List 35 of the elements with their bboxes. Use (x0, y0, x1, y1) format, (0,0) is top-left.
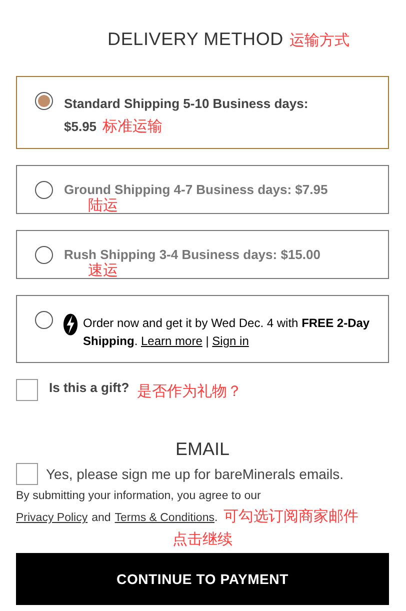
continue-button[interactable]: CONTINUE TO PAYMENT (16, 553, 389, 605)
radio-button[interactable] (35, 181, 53, 199)
terms-link[interactable]: Terms & Conditions (114, 512, 214, 524)
annotation: 点击继续 (172, 530, 234, 549)
shipping-option[interactable]: Rush Shipping 3-4 Business days: $15.00 速运 (16, 230, 389, 279)
link[interactable]: Learn more (141, 334, 202, 348)
checkbox-label: Is this a gift? (49, 380, 130, 394)
shipping-option[interactable]: Ground Shipping 4-7 Business days: $7.95 陆运 (16, 165, 389, 214)
annotation: 速运 (88, 263, 119, 279)
lightning-icon (63, 313, 78, 336)
option-label: Standard Shipping 5-10 Business days: (64, 96, 308, 111)
annotation: 陆运 (88, 198, 119, 214)
annotation: 运输方式 (289, 31, 350, 50)
option-price: $5.95 (64, 119, 97, 134)
checkbox[interactable] (16, 463, 38, 485)
section-title: DELIVERY METHOD (108, 29, 284, 50)
privacy-link[interactable]: Privacy Policy (16, 512, 88, 524)
shipping-option[interactable]: Standard Shipping 5-10 Business days: $5.95 标准运输 (16, 76, 389, 149)
link[interactable]: Sign in (212, 334, 249, 348)
promo-text: Order now and get it by Wed Dec. 4 with FREE 2-Day Shipping. Learn more | Sign in (83, 315, 371, 350)
section-title: EMAIL (174, 439, 231, 460)
annotation: 可勾选订阅商家邮件 (224, 507, 359, 526)
checkbox[interactable] (16, 379, 38, 401)
annotation: 是否作为礼物？ (137, 382, 242, 400)
radio-button[interactable] (35, 92, 53, 110)
checkbox-label: Yes, please sign me up for bareMinerals emails. (46, 466, 344, 482)
annotation: 标准运输 (102, 118, 163, 135)
radio-button[interactable] (35, 246, 53, 264)
option-label: Rush Shipping 3-4 Business days: $15.00 (64, 247, 320, 262)
disclaimer-text: . (214, 512, 218, 524)
disclaimer-text: and (92, 512, 111, 524)
disclaimer-text: By submitting your information, you agree to our (16, 489, 262, 504)
radio-button[interactable] (35, 311, 53, 329)
shipping-option[interactable]: Order now and get it by Wed Dec. 4 with FREE 2-Day Shipping. Learn more | Sign in (16, 295, 389, 363)
option-label: Ground Shipping 4-7 Business days: $7.95 (64, 182, 328, 197)
